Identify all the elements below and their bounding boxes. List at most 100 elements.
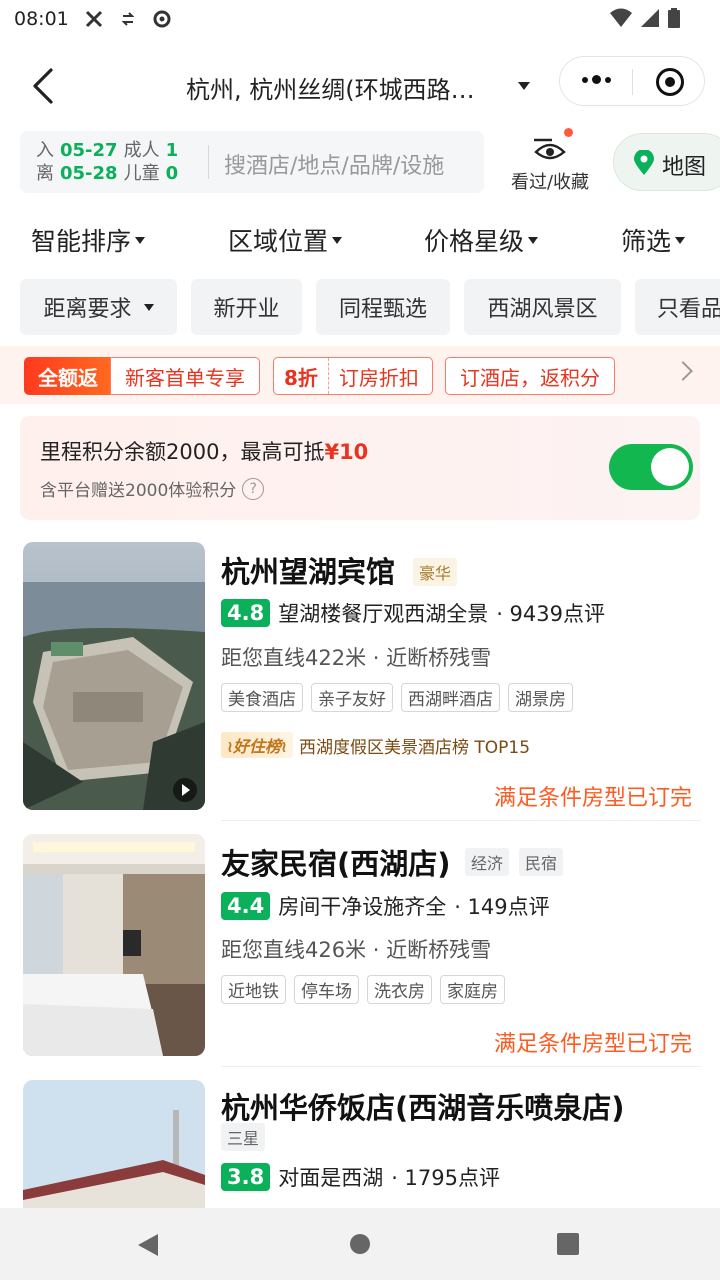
hotel-tag: 家庭房 — [440, 975, 505, 1004]
checkout-label: 离 — [36, 163, 54, 184]
hotel-tags: 近地铁 停车场 洗衣房 家庭房 — [221, 975, 505, 1004]
city-location-title[interactable]: 杭州, 杭州丝绸(环城西路… — [186, 70, 475, 105]
capsule-divider — [632, 69, 633, 95]
miniprogram-capsule — [559, 56, 705, 106]
eye-icon — [530, 134, 570, 164]
chip-distance[interactable]: 距离要求 — [20, 279, 177, 335]
status-time: 08:01 — [14, 8, 69, 30]
hotel-distance: 距您直线426米 · 近断桥残雪 — [221, 938, 492, 962]
data-saver-icon — [117, 8, 139, 30]
chevron-down-icon[interactable] — [518, 82, 530, 90]
close-miniprogram-icon[interactable] — [656, 68, 684, 96]
hotel-level-badge: 三星 — [221, 1123, 266, 1151]
help-icon[interactable]: ? — [242, 477, 265, 500]
points-toggle[interactable] — [609, 444, 693, 490]
sold-out-status: 满足条件房型已订完 — [493, 1032, 692, 1057]
battery-icon — [668, 8, 680, 33]
search-divider — [208, 145, 209, 179]
card-divider — [221, 820, 701, 821]
children-label: 儿童 — [123, 163, 160, 184]
tools-icon — [83, 8, 105, 30]
review-count: · 9439点评 — [496, 602, 605, 626]
sold-out-status: 满足条件房型已订完 — [493, 786, 692, 811]
sort-price-star[interactable]: 价格星级 — [424, 222, 539, 258]
back-arrow-icon[interactable] — [24, 66, 64, 106]
points-amount: ¥10 — [324, 440, 369, 464]
adults-count: 1 — [165, 140, 179, 161]
checkin-date: 05-27 — [60, 140, 118, 161]
caret-down-icon — [528, 236, 539, 244]
promo-new-customer: 新客首单专享 — [110, 357, 260, 395]
promo-points-rebate: 订酒店，返积分 — [445, 357, 615, 395]
status-bar: 08:01 — [0, 0, 720, 38]
hotel-name[interactable]: 友家民宿(西湖店) — [221, 841, 451, 883]
play-video-icon[interactable] — [173, 778, 197, 802]
map-button[interactable]: 地图 — [613, 133, 720, 191]
hotel-tag: 洗衣房 — [367, 975, 432, 1004]
hotel-level-badge: 经济 — [465, 848, 510, 876]
wifi-icon — [610, 8, 632, 33]
hotel-tag: 湖景房 — [508, 683, 573, 712]
hotel-level-badge: 豪华 — [413, 558, 458, 586]
full-rebate-badge: 全额返 — [24, 357, 112, 395]
rating-score: 3.8 — [221, 1163, 271, 1191]
hotel-card[interactable]: 杭州望湖宾馆 豪华 4.8 望湖楼餐厅观西湖全景 · 9439点评 距您直线42… — [0, 542, 720, 818]
rank-text: 西湖度假区美景酒店榜 TOP15 — [299, 737, 531, 758]
hotel-name[interactable]: 杭州望湖宾馆 — [221, 549, 395, 591]
sort-area[interactable]: 区域位置 — [228, 222, 343, 258]
signal-icon — [640, 8, 660, 33]
chip-tongcheng-select[interactable]: 同程甄选 — [316, 279, 450, 335]
sort-filter[interactable]: 筛选 — [621, 222, 686, 258]
settings-gear-icon — [151, 8, 173, 30]
nav-home-icon[interactable] — [349, 1232, 371, 1262]
hotel-photo[interactable] — [23, 1080, 205, 1208]
search-input[interactable]: 搜酒店/地点/品牌/设施 — [224, 148, 444, 180]
chip-new-open[interactable]: 新开业 — [191, 279, 302, 335]
rating-row: 4.4 房间干净设施齐全 · 149点评 — [221, 891, 550, 921]
points-subtext: 含平台赠送2000体验积分 ? — [40, 476, 265, 501]
checkout-date: 05-28 — [60, 163, 118, 184]
rating-score: 4.4 — [221, 892, 271, 920]
chip-west-lake[interactable]: 西湖风景区 — [464, 279, 621, 335]
caret-down-icon — [332, 236, 343, 244]
hotel-name[interactable]: 杭州华侨饭店(西湖音乐喷泉店) — [221, 1085, 625, 1127]
system-nav-bar — [0, 1208, 720, 1280]
ranking-row[interactable]: ≀好住榜≀ 西湖度假区美景酒店榜 TOP15 — [221, 732, 530, 758]
hotel-card[interactable]: 杭州华侨饭店(西湖音乐喷泉店) 三星 3.8 对面是西湖 · 1795点评 — [0, 1080, 720, 1208]
hotel-tag: 停车场 — [294, 975, 359, 1004]
history-favorites-button[interactable]: 看过/收藏 — [504, 128, 596, 196]
search-bar[interactable]: 入 05-27 成人 1 离 05-28 儿童 0 搜酒店/地点/品牌/设施 — [20, 131, 484, 193]
card-divider — [221, 1066, 701, 1067]
promo-strip[interactable]: 全额返 新客首单专享 8折 订房折扣 订酒店，返积分 — [0, 346, 720, 404]
quick-filter-row: 距离要求 新开业 同程甄选 西湖风景区 只看品 — [0, 279, 720, 335]
sort-bar: 智能排序 区域位置 价格星级 筛选 — [0, 222, 720, 262]
points-card: 里程积分余额2000，最高可抵¥10 含平台赠送2000体验积分 ? — [20, 416, 700, 520]
date-guest-selector[interactable]: 入 05-27 成人 1 离 05-28 儿童 0 — [36, 139, 178, 185]
favorites-label: 看过/收藏 — [510, 172, 590, 193]
nav-back-icon[interactable] — [136, 1232, 160, 1262]
hotel-photo[interactable] — [23, 542, 205, 810]
sort-smart[interactable]: 智能排序 — [31, 222, 146, 258]
review-summary: 对面是西湖 — [278, 1166, 384, 1190]
hotel-tag: 亲子友好 — [311, 683, 393, 712]
caret-down-icon — [143, 303, 154, 311]
caret-down-icon — [675, 236, 686, 244]
points-balance: 里程积分余额2000，最高可抵¥10 — [40, 440, 369, 464]
caret-down-icon — [135, 236, 146, 244]
nav-recents-icon[interactable] — [557, 1232, 579, 1262]
review-summary: 望湖楼餐厅观西湖全景 — [278, 602, 489, 626]
chip-brand-only[interactable]: 只看品 — [635, 279, 720, 335]
hotel-card[interactable]: 友家民宿(西湖店) 经济 民宿 4.4 房间干净设施齐全 · 149点评 距您直… — [0, 834, 720, 1064]
rating-score: 4.8 — [221, 599, 271, 627]
map-label: 地图 — [662, 155, 707, 180]
more-options-icon[interactable] — [582, 75, 611, 84]
rating-row: 3.8 对面是西湖 · 1795点评 — [221, 1162, 500, 1192]
hotel-photo[interactable] — [23, 834, 205, 1056]
chevron-right-icon[interactable] — [673, 361, 693, 381]
review-summary: 房间干净设施齐全 — [278, 895, 447, 919]
title-bar: 杭州, 杭州丝绸(环城西路… — [0, 52, 720, 122]
hotel-tag: 近地铁 — [221, 975, 286, 1004]
children-count: 0 — [165, 163, 179, 184]
hotel-tags: 美食酒店 亲子友好 西湖畔酒店 湖景房 — [221, 683, 573, 712]
promo-discount: 8折 订房折扣 — [273, 357, 433, 395]
